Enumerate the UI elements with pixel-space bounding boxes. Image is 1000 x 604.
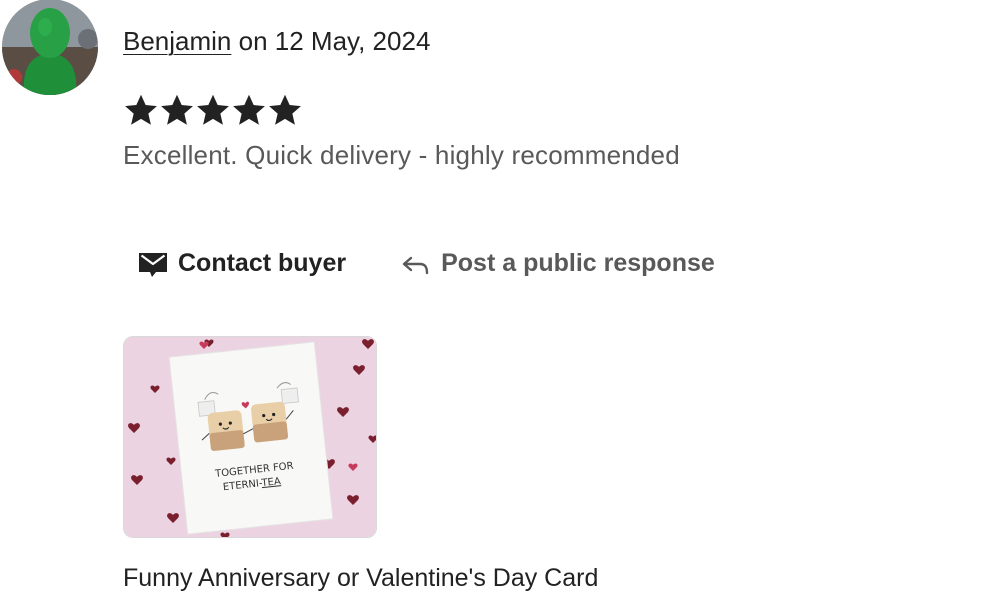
product-title-link[interactable]: Funny Anniversary or Valentine's Day Car… xyxy=(123,561,598,595)
review-text: Excellent. Quick delivery - highly recom… xyxy=(123,140,680,170)
product-thumbnail[interactable]: TOGETHER FOR ETERNI-TEA xyxy=(123,336,377,538)
review-card: Benjamin on 12 May, 2024 Excellent. Quic… xyxy=(0,0,1000,604)
product-card-illustration: TOGETHER FOR ETERNI-TEA xyxy=(124,337,376,537)
post-public-response-button[interactable]: Post a public response xyxy=(384,238,729,288)
review-date: 12 May, 2024 xyxy=(274,26,431,56)
contact-buyer-button[interactable]: Contact buyer xyxy=(123,238,360,288)
reviewer-avatar[interactable] xyxy=(2,0,98,95)
star-icon xyxy=(197,94,229,125)
envelope-icon xyxy=(139,253,167,277)
star-icon xyxy=(125,94,157,125)
contact-buyer-label: Contact buyer xyxy=(178,248,347,277)
star-icon xyxy=(161,94,193,125)
post-public-response-label: Post a public response xyxy=(441,248,715,277)
reviewer-name-link[interactable]: Benjamin xyxy=(123,26,231,56)
star-icon xyxy=(269,94,301,125)
date-prefix: on xyxy=(231,26,275,56)
star-icon xyxy=(233,94,265,125)
reviewer-line: Benjamin on 12 May, 2024 xyxy=(123,24,430,58)
review-actions: Contact buyer Post a public response xyxy=(123,238,729,288)
reply-arrow-icon xyxy=(402,256,429,275)
star-rating xyxy=(123,92,303,128)
